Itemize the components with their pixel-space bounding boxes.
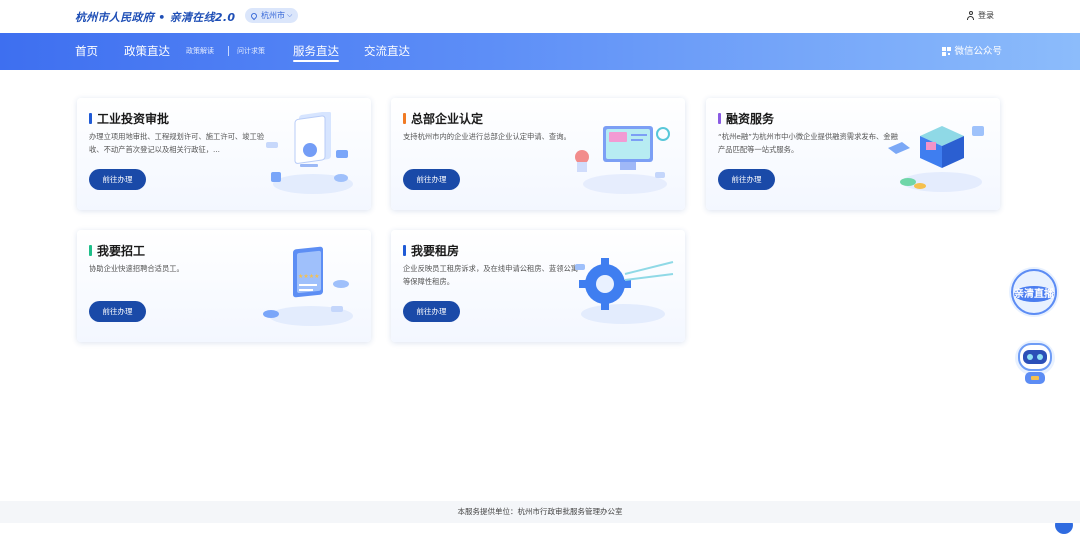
service-card-hq-certification: 总部企业认定 支持杭州市内的企业进行总部企业认定申请、查询。 前往办理 bbox=[391, 98, 685, 210]
card-title: 我要招工 bbox=[89, 242, 145, 259]
go-handle-button[interactable]: 前往办理 bbox=[89, 169, 146, 190]
card-description: 企业反映员工租房诉求，及在线申请公租房、蓝领公寓等保障性租房。 bbox=[403, 264, 579, 286]
footer: 本服务提供单位：杭州市行政审批服务管理办公室 bbox=[0, 501, 1080, 523]
footer-provider-text: 本服务提供单位：杭州市行政审批服务管理办公室 bbox=[457, 507, 623, 516]
card-title-text: 融资服务 bbox=[726, 112, 775, 126]
nav-policy[interactable]: 政策直达 bbox=[124, 33, 170, 70]
card-title-text: 总部企业认定 bbox=[411, 112, 484, 126]
go-handle-button[interactable]: 前往办理 bbox=[718, 169, 775, 190]
card-title-text: 工业投资审批 bbox=[97, 112, 170, 126]
monitor-dashboard-illustration bbox=[575, 126, 670, 194]
card-title: 工业投资审批 bbox=[89, 110, 169, 127]
live-broadcast-icon: 亲清直播 bbox=[1009, 267, 1059, 317]
card-title: 总部企业认定 bbox=[403, 110, 483, 127]
login-label: 登录 bbox=[978, 11, 994, 20]
main-nav: 首页 政策直达 政策解读 问计求策 服务直达 交流直达 微信公众号 bbox=[0, 33, 1080, 70]
svg-text:★★★★: ★★★★ bbox=[298, 273, 320, 280]
go-handle-button[interactable]: 前往办理 bbox=[403, 169, 460, 190]
card-title-text: 我要租房 bbox=[411, 244, 460, 258]
go-handle-button[interactable]: 前往办理 bbox=[403, 301, 460, 322]
go-handle-button[interactable]: 前往办理 bbox=[89, 301, 146, 322]
nav-policy-interpret[interactable]: 政策解读 bbox=[186, 33, 214, 70]
card-description: 支持杭州市内的企业进行总部企业认定申请、查询。 bbox=[403, 132, 571, 141]
wechat-label: 微信公众号 bbox=[954, 46, 1002, 57]
site-brand[interactable]: 杭州市人民政府 • 亲清在线2.0 bbox=[75, 9, 235, 25]
title-accent-bar bbox=[89, 245, 92, 256]
nav-ask-plan[interactable]: 问计求策 bbox=[237, 33, 265, 70]
card-description: 协助企业快速招聘合适员工。 bbox=[89, 264, 184, 273]
finance-cube-illustration bbox=[888, 126, 984, 192]
nav-exchange[interactable]: 交流直达 bbox=[364, 33, 410, 70]
resume-rating-illustration: ★★★★ bbox=[263, 246, 353, 326]
login-button[interactable]: 登录 bbox=[966, 10, 994, 21]
assistant-robot-button[interactable] bbox=[1009, 334, 1061, 392]
user-icon bbox=[966, 11, 975, 20]
card-title-text: 我要招工 bbox=[97, 244, 146, 258]
service-card-rental: 我要租房 企业反映员工租房诉求，及在线申请公租房、蓝领公寓等保障性租房。 前往办… bbox=[391, 230, 685, 342]
nav-service[interactable]: 服务直达 bbox=[293, 33, 339, 70]
qr-code-icon bbox=[942, 47, 952, 56]
location-pin-icon bbox=[249, 11, 259, 20]
title-accent-bar bbox=[718, 113, 721, 124]
top-bar: 杭州市人民政府 • 亲清在线2.0 杭州市 ⌵ 登录 bbox=[0, 0, 1080, 33]
document-approval-illustration bbox=[266, 112, 353, 194]
card-title: 我要租房 bbox=[403, 242, 459, 259]
service-card-industrial-investment: 工业投资审批 办理立项用地审批、工程规划许可、施工许可、竣工验收、不动产首次登记… bbox=[77, 98, 371, 210]
nav-home[interactable]: 首页 bbox=[75, 33, 98, 70]
title-accent-bar bbox=[89, 113, 92, 124]
card-title: 融资服务 bbox=[718, 110, 774, 127]
city-selector[interactable]: 杭州市 ⌵ bbox=[245, 8, 299, 23]
live-stream-label: 亲清直播 bbox=[1014, 287, 1055, 300]
card-description: 办理立项用地审批、工程规划许可、施工许可、竣工验收、不动产首次登记以及相关行政征… bbox=[89, 132, 265, 154]
card-description: “杭州e融”为杭州市中小微企业提供融资需求发布、金融产品匹配等一站式服务。 bbox=[718, 132, 898, 154]
gear-illustration bbox=[575, 258, 674, 324]
title-accent-bar bbox=[403, 113, 406, 124]
wechat-link[interactable]: 微信公众号 bbox=[942, 33, 1002, 70]
service-card-financing: 融资服务 “杭州e融”为杭州市中小微企业提供融资需求发布、金融产品匹配等一站式服… bbox=[706, 98, 1000, 210]
city-label: 杭州市 bbox=[261, 11, 285, 20]
service-card-recruitment: 我要招工 协助企业快速招聘合适员工。 前往办理 ★★★★ bbox=[77, 230, 371, 342]
robot-icon bbox=[1015, 340, 1055, 384]
live-stream-button[interactable]: 亲清直播 bbox=[1006, 264, 1062, 320]
nav-divider bbox=[228, 46, 229, 56]
title-accent-bar bbox=[403, 245, 406, 256]
chevron-down-icon: ⌵ bbox=[287, 11, 293, 19]
